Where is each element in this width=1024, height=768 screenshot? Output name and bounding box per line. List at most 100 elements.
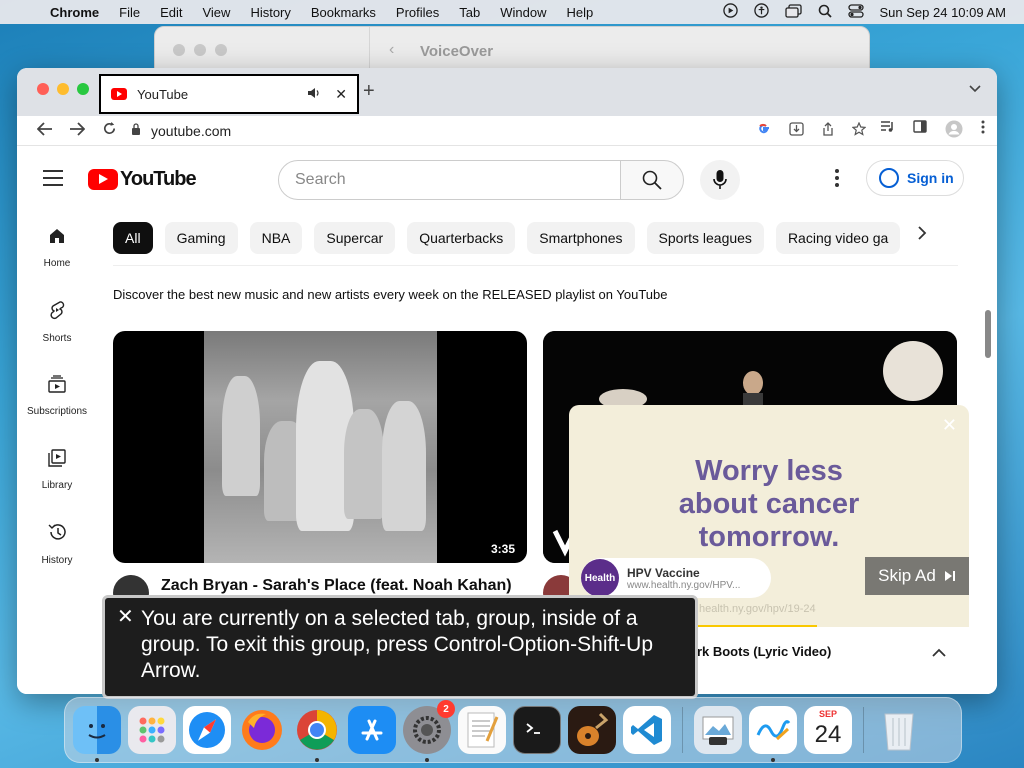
ad-advertiser-card[interactable]: Health HPV Vaccine www.health.ny.gov/HPV… (581, 558, 771, 598)
hamburger-menu-icon[interactable] (43, 170, 63, 191)
chip-gaming[interactable]: Gaming (164, 222, 238, 254)
chrome-menu-icon[interactable] (981, 120, 985, 141)
guide-item-label: History (41, 555, 73, 566)
reload-icon[interactable] (93, 121, 125, 141)
control-center-icon[interactable] (847, 3, 864, 21)
guide-item-subscriptions[interactable]: Subscriptions (17, 359, 97, 433)
tab-title: YouTube (137, 86, 189, 102)
close-tab-icon[interactable]: ✕ (335, 86, 347, 103)
menubar-clock[interactable]: Sun Sep 24 10:09 AM (880, 5, 1006, 20)
new-tab-button[interactable]: + (363, 80, 375, 103)
menu-window[interactable]: Window (490, 5, 556, 20)
library-icon (48, 449, 66, 472)
chip-nba[interactable]: NBA (249, 222, 303, 254)
accessibility-icon[interactable] (753, 3, 769, 21)
guide-sidebar: Home Shorts Subscriptions Library Histor… (17, 211, 97, 581)
lock-icon[interactable] (131, 123, 141, 138)
side-panel-icon[interactable] (913, 120, 927, 141)
search-box[interactable] (278, 160, 621, 200)
menu-bookmarks[interactable]: Bookmarks (301, 5, 386, 20)
url-text[interactable]: youtube.com (151, 123, 231, 139)
system-settings-icon[interactable]: 2 (403, 700, 455, 762)
search-input[interactable] (295, 171, 595, 189)
safari-icon[interactable] (183, 706, 231, 754)
chrome-app-icon[interactable] (293, 706, 341, 762)
calendar-icon[interactable]: SEP 24 (804, 706, 852, 754)
menu-file[interactable]: File (109, 5, 150, 20)
youtube-header: YouTube Sign in (17, 147, 997, 211)
zoom-dot[interactable] (215, 44, 227, 56)
microphone-icon (713, 170, 727, 189)
chip-sports-leagues[interactable]: Sports leagues (646, 222, 764, 254)
close-ad-icon[interactable]: ✕ (942, 415, 957, 436)
window-stack-icon[interactable] (784, 3, 802, 21)
close-window-button[interactable] (37, 83, 49, 95)
video-title-1[interactable]: Zach Bryan - Sarah's Place (feat. Noah K… (161, 577, 512, 595)
chevron-right-icon[interactable] (917, 225, 927, 246)
close-dot[interactable] (173, 44, 185, 56)
back-arrow-icon[interactable] (29, 121, 61, 141)
launchpad-icon[interactable] (128, 706, 176, 754)
menu-tab[interactable]: Tab (449, 5, 490, 20)
guide-item-shorts[interactable]: Shorts (17, 285, 97, 359)
zoom-window-button[interactable] (77, 83, 89, 95)
promo-text[interactable]: Discover the best new music and new arti… (113, 287, 667, 302)
running-indicator (771, 758, 775, 762)
guide-item-history[interactable]: History (17, 507, 97, 581)
voice-search-button[interactable] (700, 160, 740, 200)
vscode-icon[interactable] (623, 706, 671, 754)
menu-history[interactable]: History (240, 5, 300, 20)
guide-item-home[interactable]: Home (17, 211, 97, 285)
guide-item-label: Shorts (42, 333, 72, 344)
chevron-up-icon[interactable] (932, 644, 946, 660)
shorts-icon (48, 300, 66, 325)
video-ad-overlay[interactable]: ✕ Worry less about cancer tomorrow. heal… (569, 405, 969, 627)
close-caption-icon[interactable]: ✕ (117, 604, 134, 630)
menu-edit[interactable]: Edit (150, 5, 192, 20)
play-circle-icon[interactable] (722, 3, 738, 21)
history-icon (47, 522, 67, 547)
minimize-window-button[interactable] (57, 83, 69, 95)
firefox-icon[interactable] (238, 706, 286, 754)
menu-help[interactable]: Help (557, 5, 604, 20)
search-button[interactable] (620, 160, 684, 200)
guide-item-library[interactable]: Library (17, 433, 97, 507)
tab-youtube[interactable]: YouTube ✕ (99, 74, 359, 114)
spotlight-search-icon[interactable] (818, 4, 832, 21)
chip-supercar[interactable]: Supercar (314, 222, 396, 254)
install-app-icon[interactable] (789, 122, 804, 139)
video-thumbnail-1[interactable]: 3:35 (113, 331, 527, 563)
preview-icon[interactable] (694, 706, 742, 754)
app-store-icon[interactable] (348, 706, 396, 754)
profile-avatar-icon[interactable] (945, 120, 963, 141)
chip-smartphones[interactable]: Smartphones (527, 222, 635, 254)
media-controls-icon[interactable] (880, 120, 895, 141)
skip-ad-button[interactable]: Skip Ad (865, 557, 969, 595)
share-icon[interactable] (822, 122, 834, 139)
address-bar[interactable]: youtube.com (131, 121, 880, 139)
menu-view[interactable]: View (192, 5, 240, 20)
settings-kebab-icon[interactable] (835, 169, 841, 190)
freeform-icon[interactable] (749, 706, 797, 762)
chip-quarterbacks[interactable]: Quarterbacks (407, 222, 516, 254)
bookmark-star-icon[interactable] (851, 121, 867, 139)
trash-icon[interactable] (875, 706, 923, 754)
tab-search-chevron-icon[interactable] (969, 82, 981, 96)
youtube-logo[interactable]: YouTube (88, 168, 197, 191)
finder-icon[interactable] (73, 706, 121, 762)
terminal-icon[interactable] (513, 706, 561, 754)
forward-arrow-icon[interactable] (61, 121, 93, 141)
menu-app-name[interactable]: Chrome (40, 5, 109, 20)
garageband-icon[interactable] (568, 706, 616, 754)
page-scrollbar[interactable] (985, 310, 991, 358)
chip-all[interactable]: All (113, 222, 153, 254)
chip-racing-video-games[interactable]: Racing video ga (775, 222, 901, 254)
speaker-icon[interactable] (307, 87, 321, 102)
menu-profiles[interactable]: Profiles (386, 5, 449, 20)
textedit-icon[interactable] (458, 706, 506, 754)
google-lens-icon[interactable] (757, 122, 771, 139)
video-title-2[interactable]: ork Boots (Lyric Video) (689, 644, 831, 659)
minimize-dot[interactable] (194, 44, 206, 56)
sign-in-button[interactable]: Sign in (866, 160, 964, 196)
chevron-left-icon[interactable]: ‹ (389, 41, 394, 59)
